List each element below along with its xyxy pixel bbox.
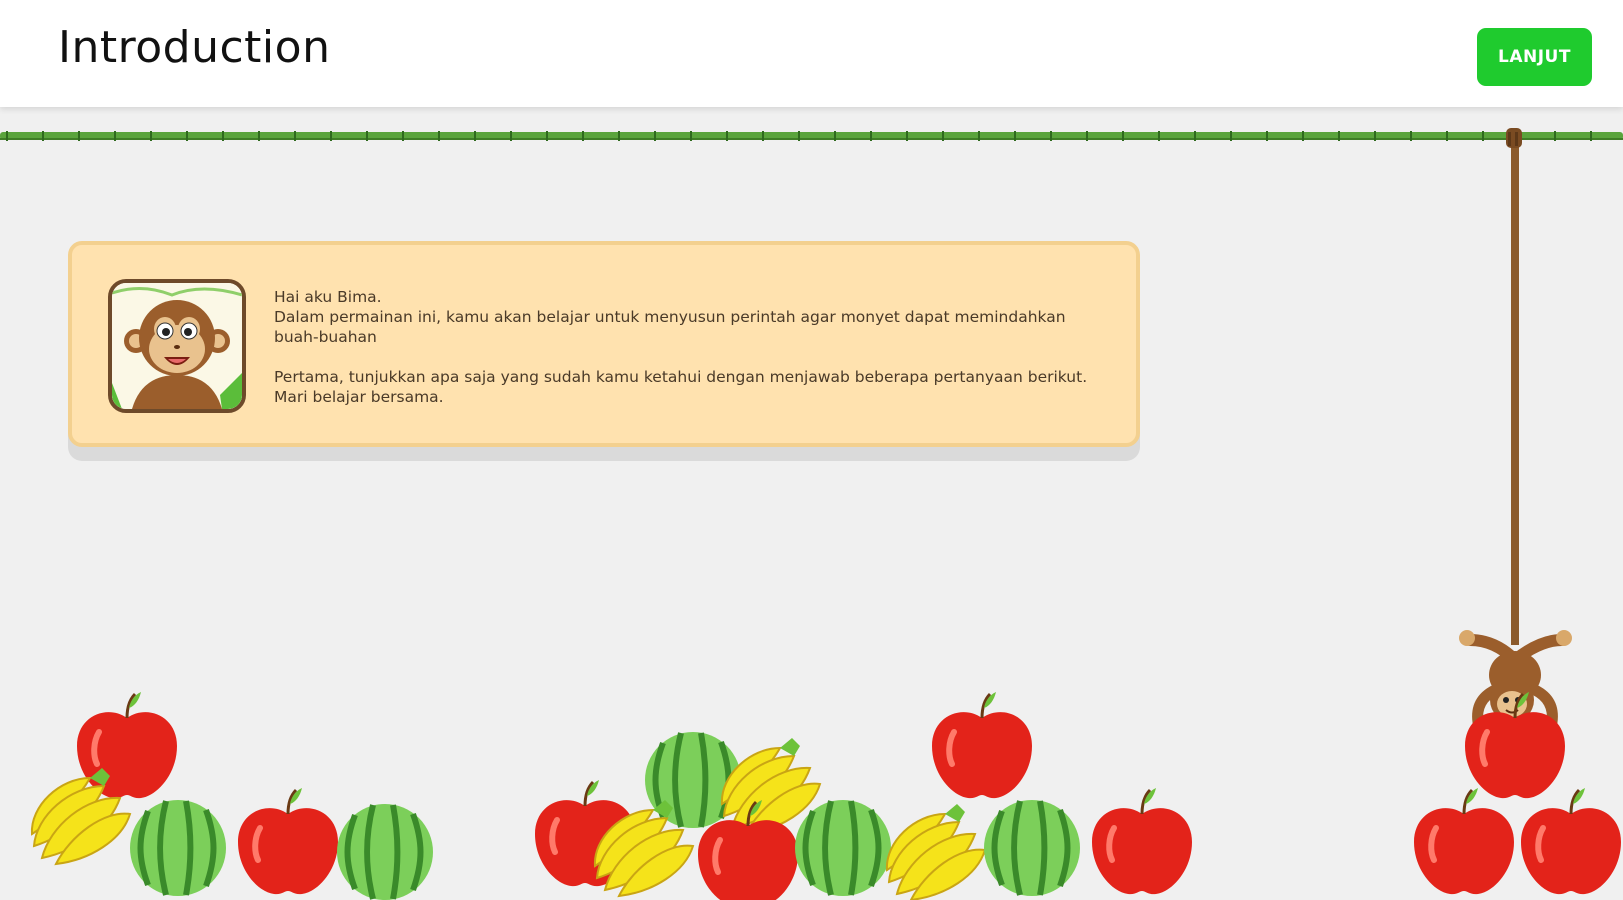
banana-icon <box>885 803 986 900</box>
apple-icon <box>1465 692 1565 798</box>
apple-icon <box>1521 788 1621 894</box>
apple-icon <box>77 692 177 798</box>
apple-icon <box>932 692 1032 798</box>
apple-icon <box>1414 788 1514 894</box>
watermelon-icon <box>337 804 433 900</box>
apple-icon <box>238 788 338 894</box>
watermelon-icon <box>984 800 1080 896</box>
fruit-scene <box>30 0 1623 900</box>
watermelon-icon <box>130 800 226 896</box>
watermelon-icon <box>795 800 891 896</box>
apple-icon <box>1092 788 1192 894</box>
